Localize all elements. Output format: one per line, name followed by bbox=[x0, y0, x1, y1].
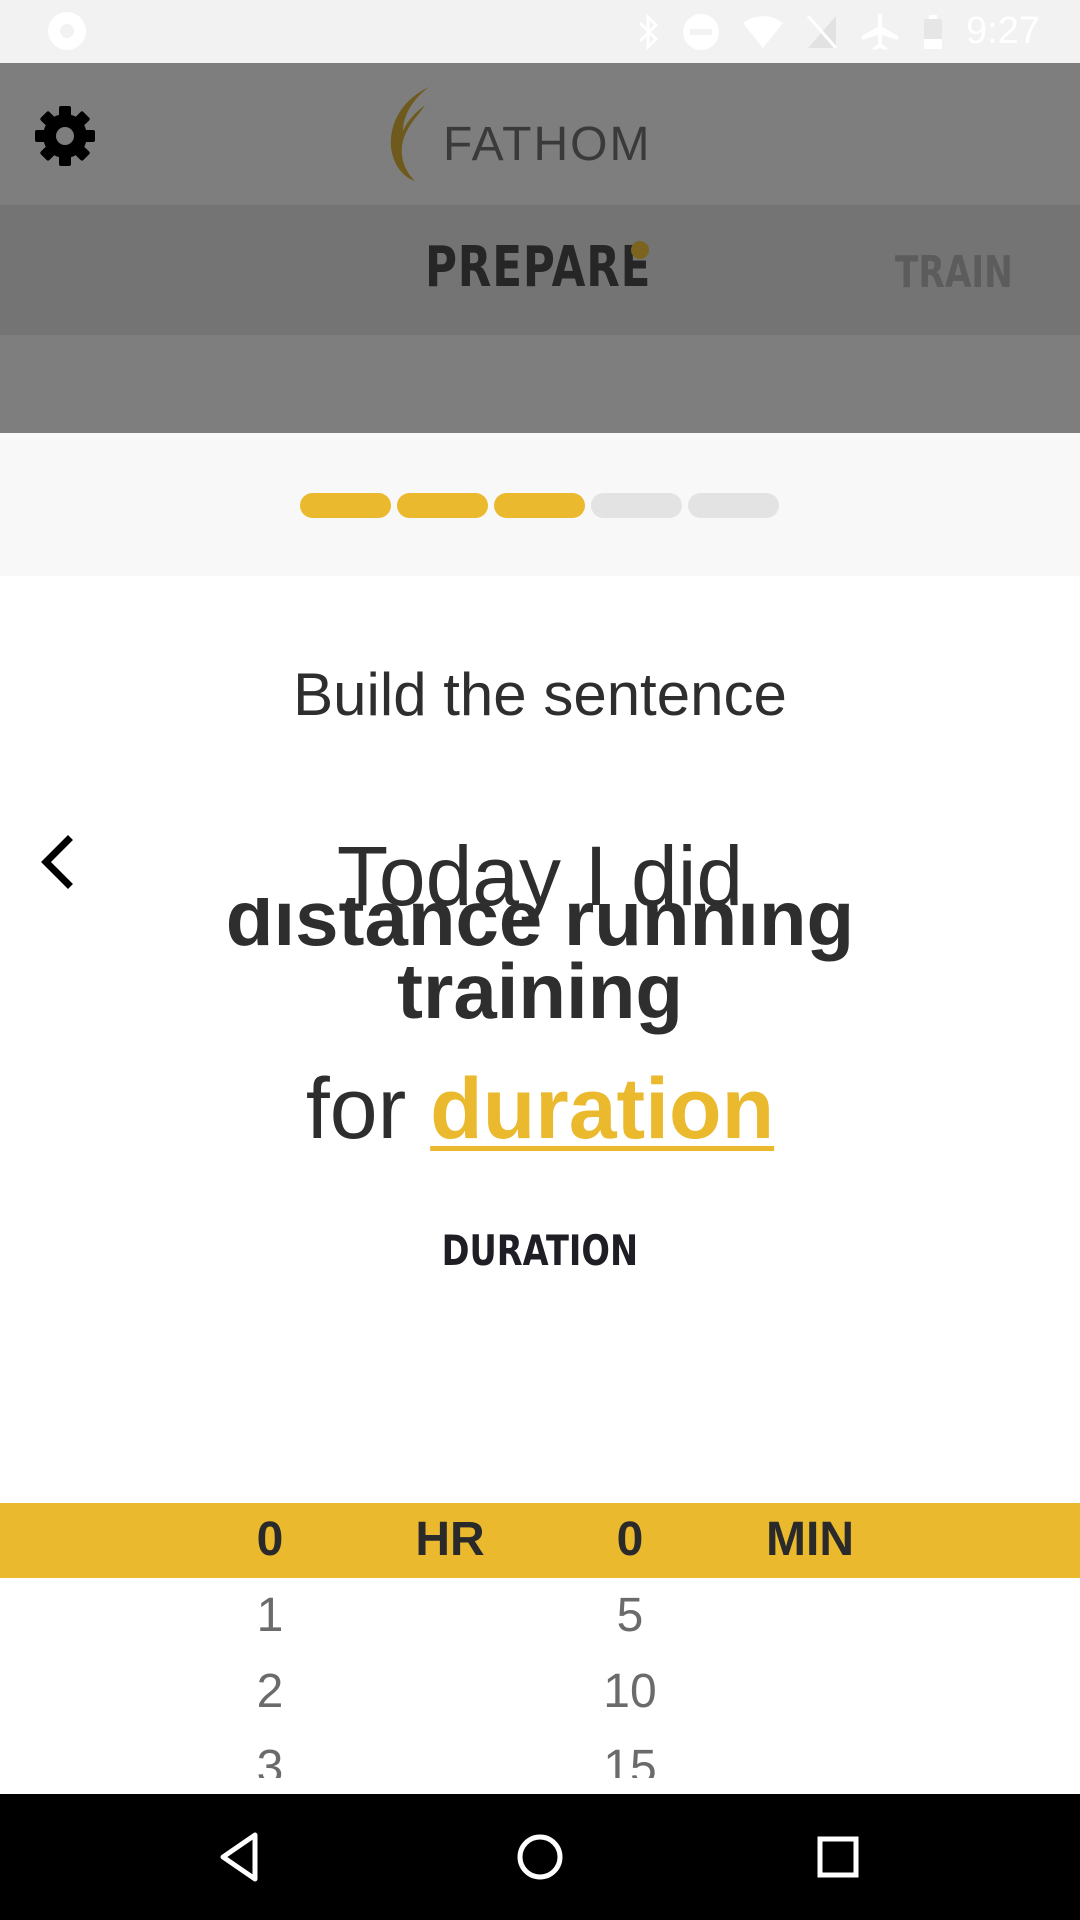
sentence-line-3: for duration bbox=[0, 1060, 1080, 1159]
tab-bar: PREPARE TRAIN bbox=[0, 205, 1080, 335]
progress-step bbox=[397, 493, 488, 518]
step-progress bbox=[300, 493, 779, 518]
minutes-option[interactable]: 10 bbox=[560, 1664, 700, 1719]
navigation-bar bbox=[0, 1794, 1080, 1920]
prompt-heading: Build the sentence bbox=[293, 661, 787, 728]
no-sim-icon bbox=[806, 14, 838, 49]
status-time: 9:27 bbox=[966, 10, 1040, 52]
wifi-icon bbox=[743, 15, 784, 48]
active-tab-indicator bbox=[631, 241, 649, 259]
minutes-unit-label: MIN bbox=[766, 1513, 854, 1566]
hours-unit-label: HR bbox=[415, 1513, 485, 1566]
leaf-logo-icon bbox=[390, 87, 429, 181]
tab-prepare[interactable]: PREPARE bbox=[425, 235, 651, 300]
app-notification-icon bbox=[48, 12, 86, 50]
hours-option[interactable]: 1 bbox=[200, 1588, 340, 1643]
gear-icon[interactable] bbox=[30, 101, 100, 171]
for-word: for bbox=[305, 1061, 407, 1157]
app-header: FATHOM bbox=[0, 63, 1080, 205]
fathom-logo: FATHOM bbox=[385, 85, 651, 183]
battery-icon bbox=[924, 14, 943, 49]
logo-text: FATHOM bbox=[443, 117, 652, 171]
tab-train[interactable]: TRAIN bbox=[895, 247, 1013, 298]
picker-title: DURATION bbox=[441, 1226, 639, 1275]
duration-link[interactable]: duration bbox=[430, 1061, 774, 1157]
hours-option[interactable]: 2 bbox=[200, 1664, 340, 1719]
do-not-disturb-icon bbox=[683, 13, 720, 50]
activity-text-line-2[interactable]: training bbox=[0, 946, 1080, 1037]
progress-step bbox=[688, 493, 779, 518]
minutes-option[interactable]: 5 bbox=[560, 1588, 700, 1643]
picker-selection-band bbox=[0, 1503, 1080, 1578]
recents-square-icon[interactable] bbox=[806, 1825, 870, 1889]
progress-step bbox=[591, 493, 682, 518]
minutes-selected[interactable]: 0 bbox=[560, 1512, 700, 1567]
progress-step bbox=[300, 493, 391, 518]
picker-clip bbox=[0, 1778, 1080, 1794]
airplane-mode-icon bbox=[862, 13, 899, 50]
bluetooth-icon bbox=[638, 12, 659, 51]
home-circle-icon[interactable] bbox=[508, 1825, 572, 1889]
progress-area bbox=[0, 433, 1080, 576]
back-triangle-icon[interactable] bbox=[209, 1825, 273, 1889]
header-spacer bbox=[0, 335, 1080, 433]
status-bar: 9:27 bbox=[0, 0, 1080, 63]
hours-selected[interactable]: 0 bbox=[200, 1512, 340, 1567]
progress-step bbox=[494, 493, 585, 518]
